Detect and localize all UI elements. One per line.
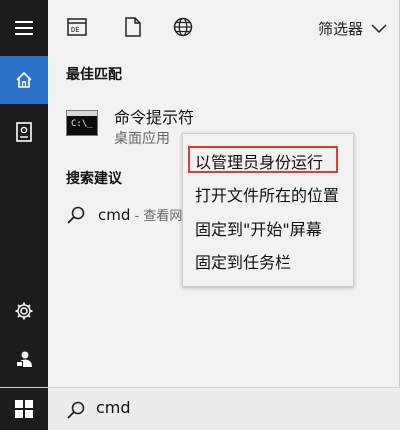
globe-icon (173, 17, 193, 37)
chevron-down-icon (371, 23, 387, 33)
filter-label: 筛选器 (317, 20, 363, 38)
suggestion-text: cmd - 查看网 (98, 205, 182, 224)
start-button[interactable] (0, 388, 48, 430)
context-menu: 以管理员身份运行 打开文件所在的位置 固定到"开始"屏幕 固定到任务栏 (182, 133, 354, 287)
file-icon (125, 17, 141, 37)
search-icon (67, 401, 85, 419)
taskbar: cmd (0, 387, 400, 430)
menu-item-pin-to-start[interactable]: 固定到"开始"屏幕 (195, 216, 322, 240)
filter-dropdown[interactable]: 筛选器 (318, 18, 387, 39)
suggestion-query: cmd (98, 206, 131, 224)
web-filter-button[interactable] (172, 16, 194, 38)
app-type: 桌面应用 (114, 131, 170, 147)
menu-item-run-as-admin[interactable]: 以管理员身份运行 (195, 149, 323, 173)
menu-item-open-file-location[interactable]: 打开文件所在的位置 (195, 182, 339, 206)
svg-text:DE: DE (71, 26, 79, 34)
document-icon (16, 122, 32, 142)
settings-button[interactable] (0, 287, 48, 335)
suggestion-hint: - 查看网 (130, 209, 183, 224)
apps-filter-button[interactable]: DE (66, 16, 88, 38)
search-icon (67, 206, 85, 224)
people-button[interactable] (0, 335, 48, 383)
settings-gear-icon (15, 302, 33, 320)
app-name: 命令提示符 (114, 108, 195, 127)
documents-button[interactable] (0, 108, 48, 156)
best-match-heading: 最佳匹配 (66, 67, 122, 83)
windows-logo-icon (15, 400, 33, 418)
hamburger-menu-icon (15, 21, 33, 35)
taskbar-search-input[interactable]: cmd (96, 398, 131, 417)
hamburger-menu-button[interactable] (0, 4, 48, 52)
command-prompt-icon: C:\_ (66, 110, 98, 136)
menu-item-pin-to-taskbar[interactable]: 固定到任务栏 (195, 249, 291, 273)
left-rail (0, 0, 48, 387)
search-suggestions-heading: 搜索建议 (66, 171, 122, 187)
home-icon (16, 71, 32, 88)
people-icon (16, 351, 32, 367)
results-toolbar: DE 筛选器 (48, 0, 399, 52)
documents-filter-button[interactable] (122, 16, 144, 38)
apps-icon: DE (67, 18, 87, 36)
home-button[interactable] (0, 56, 48, 104)
